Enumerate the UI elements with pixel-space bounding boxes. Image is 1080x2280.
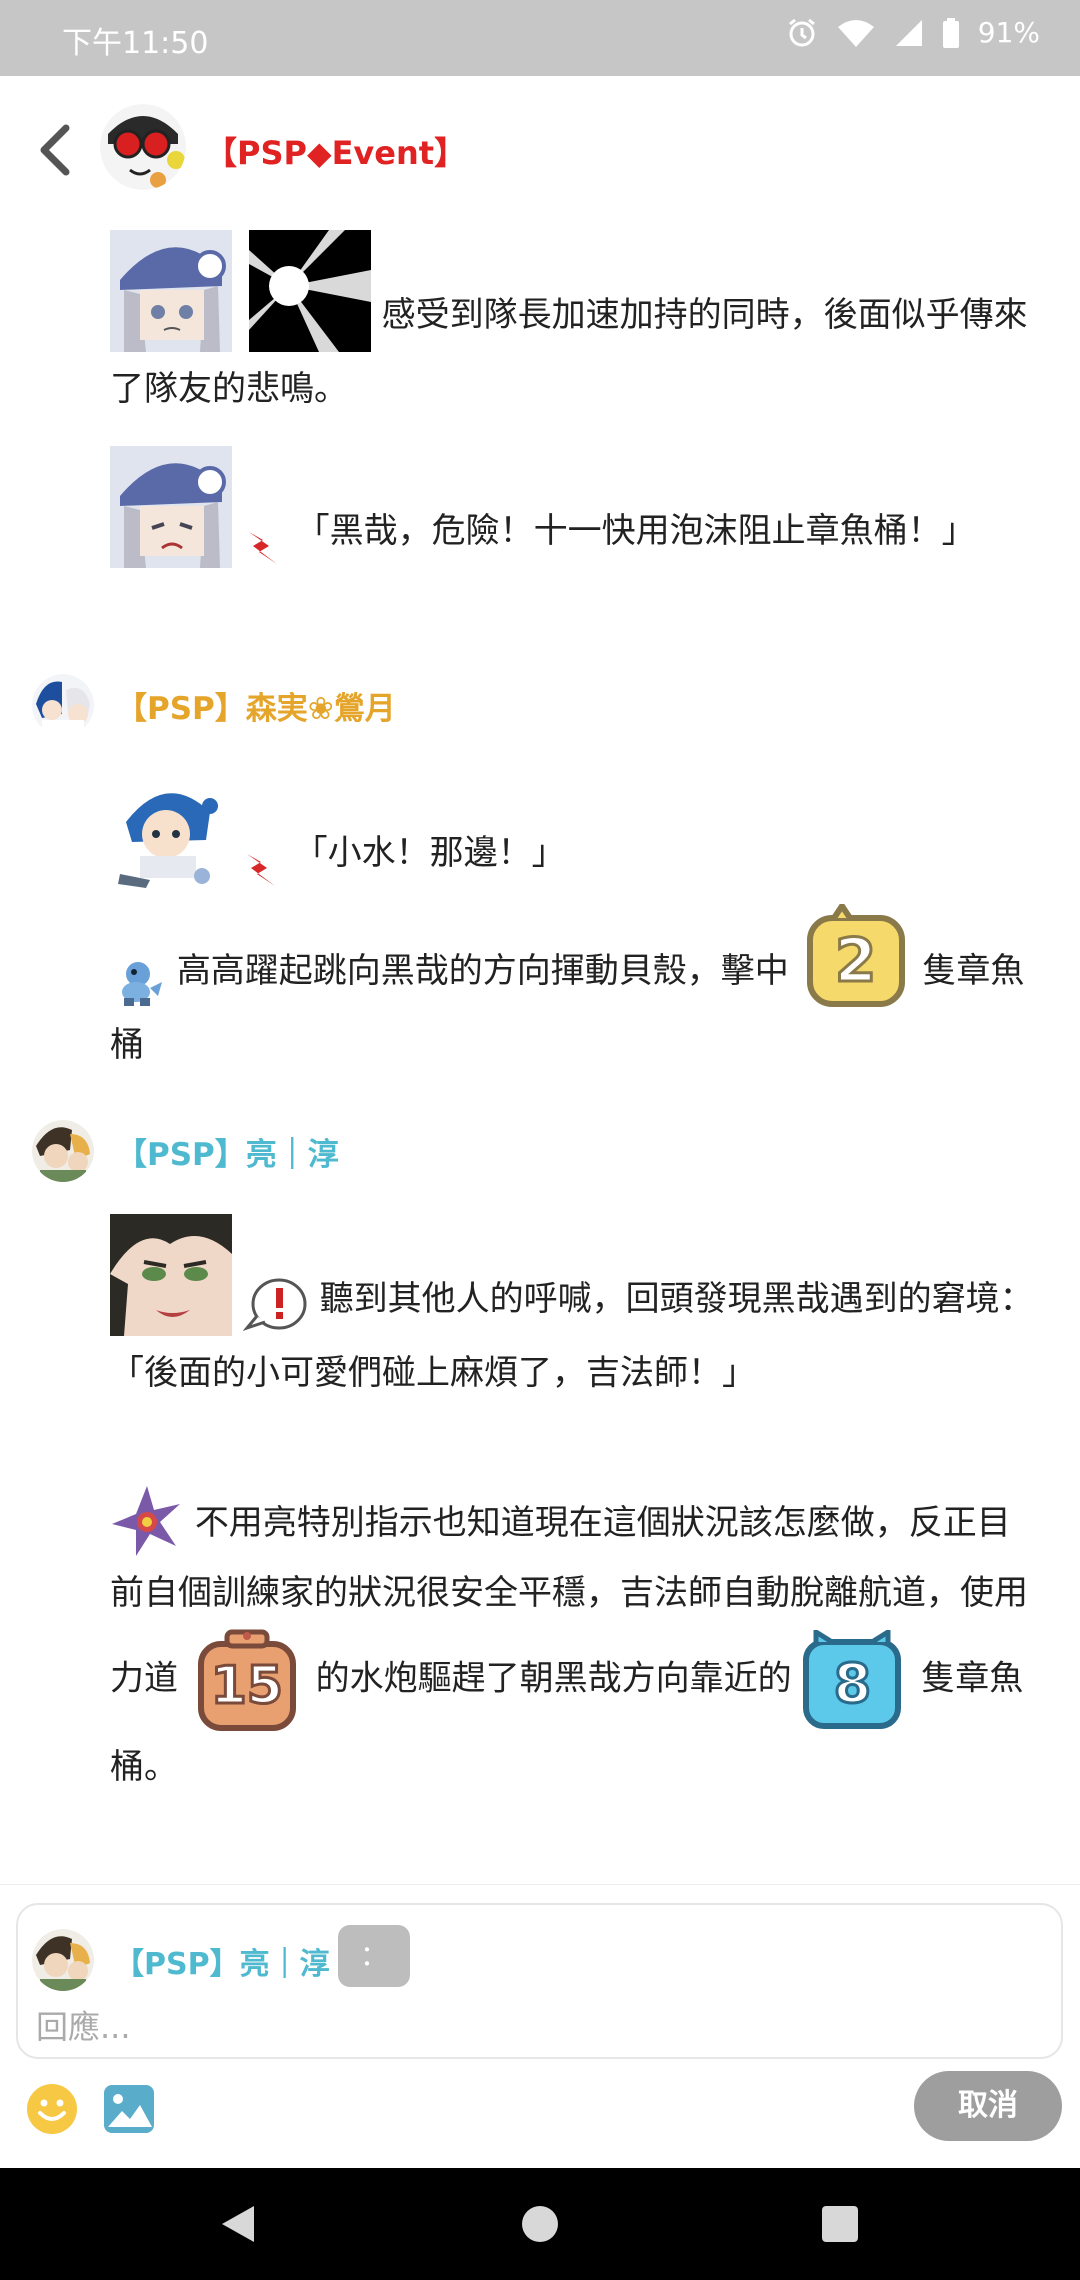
power-badge-icon: 15 [197, 1628, 297, 1732]
emoji-icon[interactable] [26, 2083, 78, 2135]
author-avatar[interactable] [32, 1120, 94, 1182]
exclamation-bubble-icon [242, 1278, 307, 1331]
defeat-count: 8 [832, 1651, 873, 1717]
cancel-button[interactable]: 取消 [914, 2071, 1062, 2141]
author-avatar[interactable] [32, 674, 94, 736]
wifi-icon [837, 19, 874, 47]
reply-user-name: 【PSP】亮｜淳 [114, 1947, 330, 1982]
alarm-icon [788, 18, 815, 46]
post-text: 高高躍起跳向黑哉的方向揮動貝殼，擊中 [176, 951, 789, 991]
image-upload-icon[interactable] [102, 2083, 156, 2135]
shout-mark-icon [246, 854, 275, 886]
post-paragraph: 聽到其他人的呼喊，回頭發現黑哉遇到的窘境：「後面的小可愛們碰上麻煩了，吉法師！」 [110, 1214, 1040, 1410]
post-paragraph: 「小水！那邊！」 [110, 770, 1040, 890]
status-time: 下午11:50 [62, 26, 209, 61]
character-chibi-sprite [110, 770, 230, 890]
comment-author[interactable]: 【PSP】森実❀鶯月 [32, 674, 396, 736]
comment-author[interactable]: 【PSP】亮｜淳 [32, 1120, 339, 1182]
pokemon-sprite [110, 952, 166, 1008]
back-arrow-icon[interactable] [30, 120, 80, 180]
battery-level: 91% [977, 16, 1040, 49]
pokemon-sprite [110, 1484, 184, 1558]
character-portrait [110, 230, 232, 352]
battery-icon [942, 17, 959, 48]
reply-box: 【PSP】亮｜淳 ： [16, 1903, 1063, 2059]
number-badge-icon: 8 [802, 1627, 902, 1730]
nav-back-icon[interactable] [216, 2202, 260, 2246]
nav-home-icon[interactable] [520, 2202, 560, 2246]
post-paragraph: 不用亮特別指示也知道現在這個狀況該怎麼做，反正目前自個訓練家的狀況很安全平穩，吉… [110, 1484, 1040, 1802]
persona-switch-button[interactable]: ： [338, 1925, 410, 1987]
number-badge-icon: 2 [806, 900, 906, 1008]
board-avatar[interactable] [100, 104, 186, 190]
reply-user-avatar [32, 1929, 94, 1991]
post-paragraph: 「黑哉，危險！十一快用泡沫阻止章魚桶！」 [110, 446, 1040, 568]
character-portrait [110, 446, 232, 568]
system-nav-bar [0, 2168, 1080, 2280]
author-name: 【PSP】亮｜淳 [116, 1136, 339, 1173]
power-value: 15 [209, 1655, 284, 1718]
board-title: 【PSP◆Event】 [205, 134, 467, 172]
status-icons: 91% [786, 16, 1040, 49]
post-text: 「黑哉，危險！十一快用泡沫阻止章魚桶！」 [295, 511, 976, 551]
post-text: 感受到隊長加速加持的同時，後面似乎傳來了隊友的悲鳴。 [110, 295, 1028, 409]
post-text: 的水炮驅趕了朝黑哉方向靠近的 [315, 1658, 792, 1699]
reply-input[interactable] [36, 2005, 936, 2049]
post-paragraph: 感受到隊長加速加持的同時，後面似乎傳來了隊友的悲鳴。 [110, 230, 1040, 426]
character-portrait [110, 1214, 232, 1336]
reply-panel: 【PSP】亮｜淳 ： 取消 [0, 1884, 1080, 2168]
flash-effect-image [248, 230, 371, 352]
post-text: 「小水！那邊！」 [293, 833, 566, 873]
thread-header: 【PSP◆Event】 [0, 76, 1080, 224]
status-bar: 下午11:50 91% [0, 0, 1080, 76]
hit-count: 2 [833, 925, 878, 998]
nav-recents-icon[interactable] [820, 2202, 860, 2246]
shout-mark-icon [248, 532, 277, 564]
cell-signal-icon [895, 19, 922, 46]
author-name: 【PSP】森実❀鶯月 [116, 690, 396, 727]
post-paragraph: 高高躍起跳向黑哉的方向揮動貝殼，擊中 2 隻章魚桶 [110, 900, 1040, 1082]
